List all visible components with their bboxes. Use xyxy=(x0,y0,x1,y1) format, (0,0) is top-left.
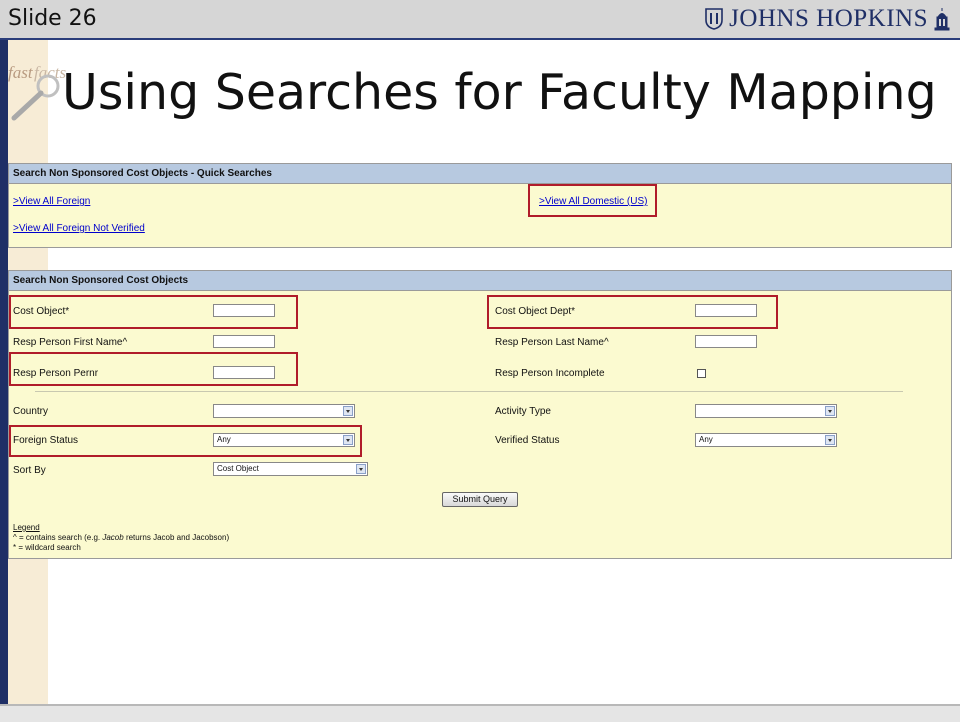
chevron-down-icon xyxy=(825,435,835,445)
legend-line1-example: Jacob xyxy=(102,533,124,542)
form-divider xyxy=(35,391,903,392)
search-panel: Search Non Sponsored Cost Objects Cost O… xyxy=(8,270,952,559)
legend-line1-prefix: ^ = contains search (e.g. xyxy=(13,533,103,542)
search-header: Search Non Sponsored Cost Objects xyxy=(9,271,951,291)
submit-query-button[interactable]: Submit Query xyxy=(442,492,518,507)
slide-header-bar: Slide 26 JOHNS HOPKINS xyxy=(0,0,960,40)
sort-by-label: Sort By xyxy=(13,465,46,476)
resp-first-name-input[interactable] xyxy=(213,335,275,348)
quick-searches-panel: Search Non Sponsored Cost Objects - Quic… xyxy=(8,163,952,248)
activity-type-select[interactable] xyxy=(695,404,837,418)
resp-incomplete-label: Resp Person Incomplete xyxy=(495,368,605,379)
country-select[interactable] xyxy=(213,404,355,418)
svg-text:fast: fast xyxy=(8,63,34,82)
highlight-box-cost-object xyxy=(9,295,298,329)
legend: Legend ^ = contains search (e.g. Jacob r… xyxy=(13,523,229,553)
highlight-box-cost-object-dept xyxy=(487,295,778,329)
resp-last-name-input[interactable] xyxy=(695,335,757,348)
highlight-box-foreign-status xyxy=(9,425,362,457)
chevron-down-icon xyxy=(825,406,835,416)
country-label: Country xyxy=(13,406,49,417)
logo-text: JOHNS HOPKINS xyxy=(729,5,928,32)
view-all-foreign-link[interactable]: >View All Foreign xyxy=(13,196,90,207)
activity-type-label: Activity Type xyxy=(495,406,551,417)
legend-title: Legend xyxy=(13,523,40,532)
sort-by-selected-value: Cost Object xyxy=(217,464,259,473)
highlight-box-pernr xyxy=(9,352,298,386)
left-accent-stripe xyxy=(0,40,8,720)
chevron-down-icon xyxy=(343,406,353,416)
slide-number: Slide 26 xyxy=(8,6,97,31)
legend-line-contains: ^ = contains search (e.g. Jacob returns … xyxy=(13,533,229,543)
resp-first-name-label: Resp Person First Name^ xyxy=(13,337,128,348)
chevron-down-icon xyxy=(356,464,366,474)
verified-status-select[interactable]: Any xyxy=(695,433,837,447)
legend-line1-suffix: returns Jacob and Jacobson) xyxy=(123,533,230,542)
dome-icon xyxy=(934,8,950,31)
resp-incomplete-checkbox[interactable] xyxy=(697,369,706,378)
verified-status-selected-value: Any xyxy=(699,435,713,444)
slide-title: Using Searches for Faculty Mapping xyxy=(62,64,937,121)
legend-line-wildcard: * = wildcard search xyxy=(13,543,81,552)
johns-hopkins-logo: JOHNS HOPKINS xyxy=(705,4,950,34)
resp-last-name-label: Resp Person Last Name^ xyxy=(495,337,609,348)
sort-by-select[interactable]: Cost Object xyxy=(213,462,368,476)
view-all-foreign-not-verified-link[interactable]: >View All Foreign Not Verified xyxy=(13,223,145,234)
fast-facts-magnifier-icon: fast facts xyxy=(8,63,66,121)
shield-icon xyxy=(705,8,723,30)
quick-searches-header: Search Non Sponsored Cost Objects - Quic… xyxy=(9,164,951,184)
verified-status-label: Verified Status xyxy=(495,435,560,446)
highlight-box-domestic xyxy=(528,184,657,217)
bottom-bar xyxy=(0,704,960,722)
